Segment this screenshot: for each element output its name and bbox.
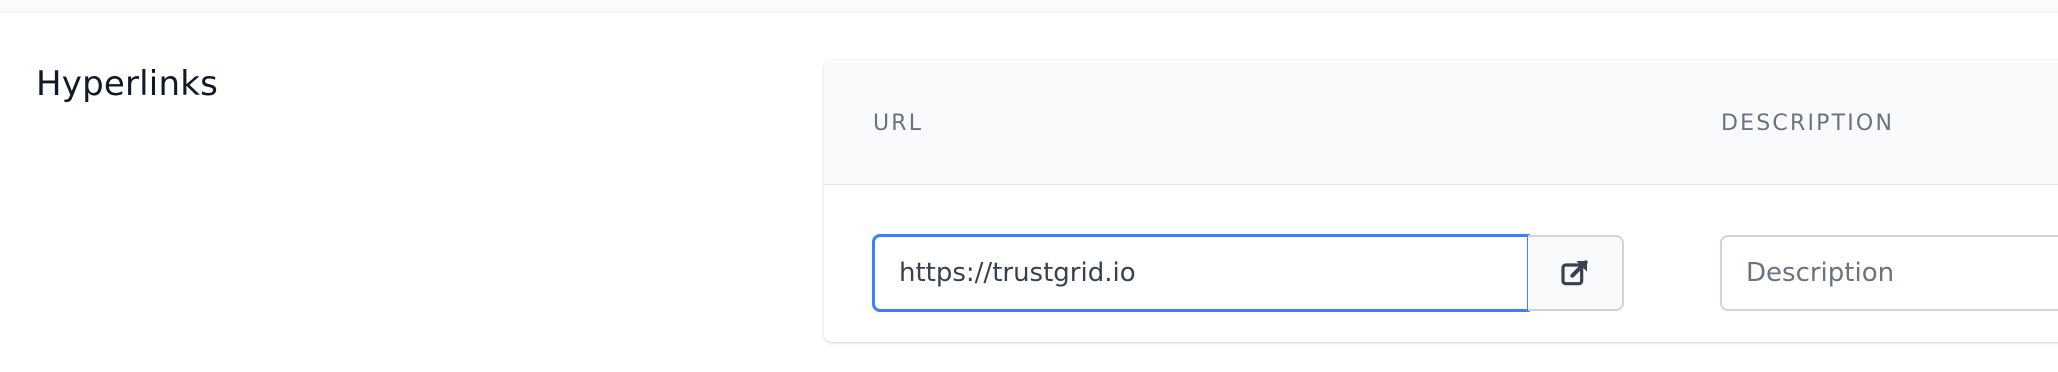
- external-link-icon: [1561, 260, 1588, 286]
- open-link-button[interactable]: [1528, 235, 1624, 311]
- description-input[interactable]: [1720, 235, 2058, 311]
- column-header-url: URL: [873, 111, 924, 136]
- column-header-description: DESCRIPTION: [1721, 111, 1895, 136]
- section-title: Hyperlinks: [36, 64, 219, 104]
- top-divider: [0, 0, 2058, 13]
- url-input[interactable]: [872, 234, 1530, 312]
